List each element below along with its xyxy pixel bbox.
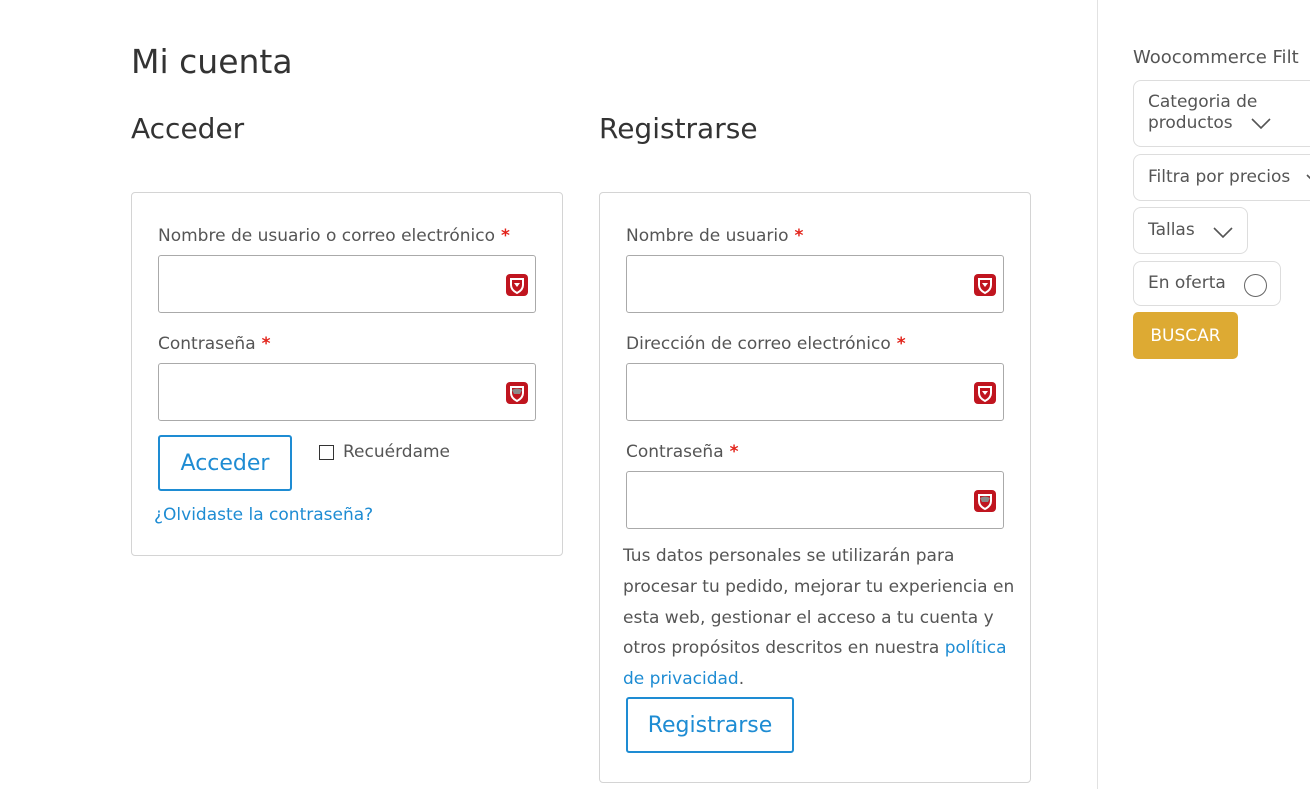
- login-username-label: Nombre de usuario o correo electrónico *: [158, 226, 510, 246]
- category-filter[interactable]: Categoria de productos: [1133, 80, 1310, 147]
- remember-label: Recuérdame: [343, 442, 451, 462]
- toggle-circle-icon[interactable]: [1244, 274, 1267, 297]
- password-manager-icon[interactable]: [506, 382, 528, 404]
- password-manager-icon[interactable]: [974, 490, 996, 512]
- chevron-down-icon: [1251, 118, 1271, 130]
- required-mark: *: [896, 334, 906, 354]
- required-mark: *: [261, 334, 271, 354]
- price-filter-label: Filtra por precios: [1148, 167, 1291, 187]
- register-password-label: Contraseña *: [626, 442, 739, 462]
- register-button[interactable]: Registrarse: [626, 697, 794, 753]
- sale-filter[interactable]: En oferta: [1133, 261, 1281, 306]
- sizes-filter[interactable]: Tallas: [1133, 207, 1248, 254]
- register-password-input[interactable]: [626, 471, 1004, 529]
- login-button[interactable]: Acceder: [158, 435, 292, 491]
- required-mark: *: [729, 442, 739, 462]
- sale-filter-label: En oferta: [1148, 273, 1226, 293]
- password-manager-icon[interactable]: [974, 274, 996, 296]
- required-mark: *: [500, 226, 510, 246]
- price-filter[interactable]: Filtra por precios: [1133, 154, 1310, 201]
- sidebar-title: Woocommerce Filt: [1133, 47, 1299, 68]
- register-username-label: Nombre de usuario *: [626, 226, 804, 246]
- chevron-down-icon: [1306, 174, 1310, 180]
- lost-password-link[interactable]: ¿Olvidaste la contraseña?: [154, 505, 373, 525]
- register-username-input[interactable]: [626, 255, 1004, 313]
- password-manager-icon[interactable]: [506, 274, 528, 296]
- search-button[interactable]: BUSCAR: [1133, 312, 1238, 359]
- sizes-filter-label: Tallas: [1148, 220, 1195, 240]
- login-heading: Acceder: [131, 112, 245, 145]
- register-email-input[interactable]: [626, 363, 1004, 421]
- checkbox-icon[interactable]: [319, 444, 334, 460]
- login-password-input[interactable]: [158, 363, 536, 421]
- privacy-notice: Tus datos personales se utilizarán para …: [623, 546, 1015, 690]
- category-filter-label: Categoria de productos: [1148, 92, 1258, 133]
- register-heading: Registrarse: [599, 112, 758, 145]
- password-manager-icon[interactable]: [974, 382, 996, 404]
- page-title: Mi cuenta: [131, 42, 293, 81]
- register-email-label: Dirección de correo electrónico *: [626, 334, 906, 354]
- login-username-input[interactable]: [158, 255, 536, 313]
- chevron-down-icon: [1213, 227, 1233, 239]
- sidebar-divider: [1097, 0, 1098, 789]
- login-password-label: Contraseña *: [158, 334, 271, 354]
- required-mark: *: [794, 226, 804, 246]
- remember-me[interactable]: Recuérdame: [319, 442, 450, 462]
